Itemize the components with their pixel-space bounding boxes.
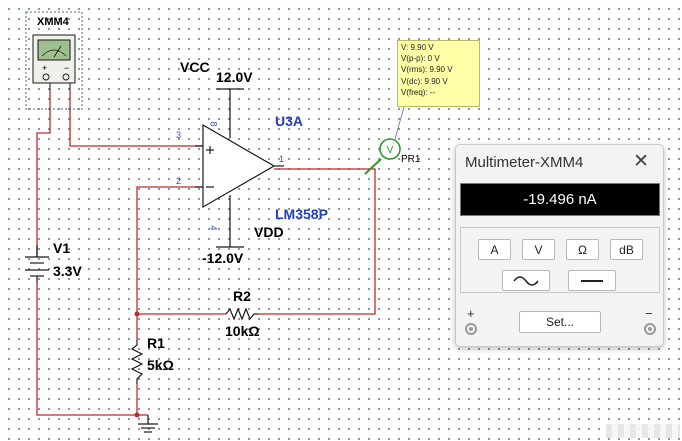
pin-4-label: 4: [208, 225, 219, 231]
probe-symbol: V: [387, 145, 394, 156]
resistor-r2-symbol[interactable]: [225, 307, 258, 321]
probe-info-line: V(p-p): 0 V: [401, 54, 440, 64]
probe-info-line: V(dc): 9.90 V: [401, 76, 448, 86]
wire-v1-bottom[interactable]: [36, 283, 138, 416]
xmm4-label: XMM4: [37, 16, 69, 28]
pin-2-label: 2: [176, 176, 182, 186]
multimeter-title: Multimeter-XMM4: [465, 154, 584, 171]
watermark: [606, 424, 680, 438]
r1-label: R1: [147, 335, 165, 351]
minus-sign: −: [645, 306, 653, 321]
vdd-label: VDD: [254, 224, 284, 240]
pin-8-label: 8: [208, 121, 219, 127]
probe-info-line: V(freq): --: [401, 87, 436, 97]
probe-info-line: V(rms): 9.90 V: [401, 65, 453, 75]
svg-text:−: −: [64, 63, 69, 73]
ammeter-button[interactable]: A: [478, 239, 511, 260]
positive-terminal-icon[interactable]: [465, 323, 477, 335]
voltmeter-button[interactable]: V: [522, 239, 555, 260]
battery-v1-symbol[interactable]: [25, 245, 49, 283]
dc-mode-button[interactable]: [568, 270, 616, 291]
ohmmeter-button[interactable]: Ω: [566, 239, 599, 260]
vcc-value: 12.0V: [216, 69, 253, 85]
wire-inverting[interactable]: [136, 186, 203, 340]
wire-xmm-plus[interactable]: [36, 90, 51, 257]
v1-label: V1: [53, 240, 71, 256]
negative-terminal-icon[interactable]: [644, 323, 656, 335]
plus-sign: +: [467, 306, 475, 321]
voltage-probe-icon[interactable]: V: [364, 106, 405, 175]
probe-label: PR1: [401, 154, 421, 165]
multimeter-display: -19.496 nA: [460, 183, 660, 216]
r2-value: 10kΩ: [225, 323, 260, 339]
mode-group: A V Ω dB: [460, 227, 660, 293]
resistor-r1-symbol[interactable]: [130, 340, 144, 384]
v1-value: 3.3V: [53, 263, 82, 279]
wire-xmm-minus[interactable]: [69, 90, 203, 147]
ground-icon: [138, 415, 158, 433]
set-button[interactable]: Set...: [519, 311, 601, 333]
junction-dot: [134, 412, 140, 418]
vcc-label: VCC: [180, 59, 210, 75]
opamp-ref-label: U3A: [275, 113, 304, 129]
wire-feedback[interactable]: [258, 168, 376, 315]
vdd-value: -12.0V: [202, 250, 244, 266]
r1-value: 5kΩ: [147, 357, 174, 373]
r2-label: R2: [233, 288, 251, 304]
ac-mode-button[interactable]: [502, 270, 550, 291]
pin-1-label: 1: [279, 154, 285, 164]
sine-wave-icon: [513, 275, 539, 286]
opamp-model-label: LM358P: [275, 206, 328, 222]
dc-line-icon: [581, 279, 603, 282]
svg-text:+: +: [42, 63, 47, 73]
multimeter-window[interactable]: Multimeter-XMM4 ✕ -19.496 nA A V Ω dB + …: [455, 144, 664, 347]
pin-3-label: 3: [176, 130, 182, 140]
probe-info-line: V: 9.90 V: [401, 43, 434, 52]
probe-info-box: V: 9.90 V V(p-p): 0 V V(rms): 9.90 V V(d…: [397, 40, 480, 107]
junction-dot: [134, 311, 140, 317]
close-icon[interactable]: ✕: [633, 150, 649, 173]
decibel-button[interactable]: dB: [610, 239, 643, 260]
